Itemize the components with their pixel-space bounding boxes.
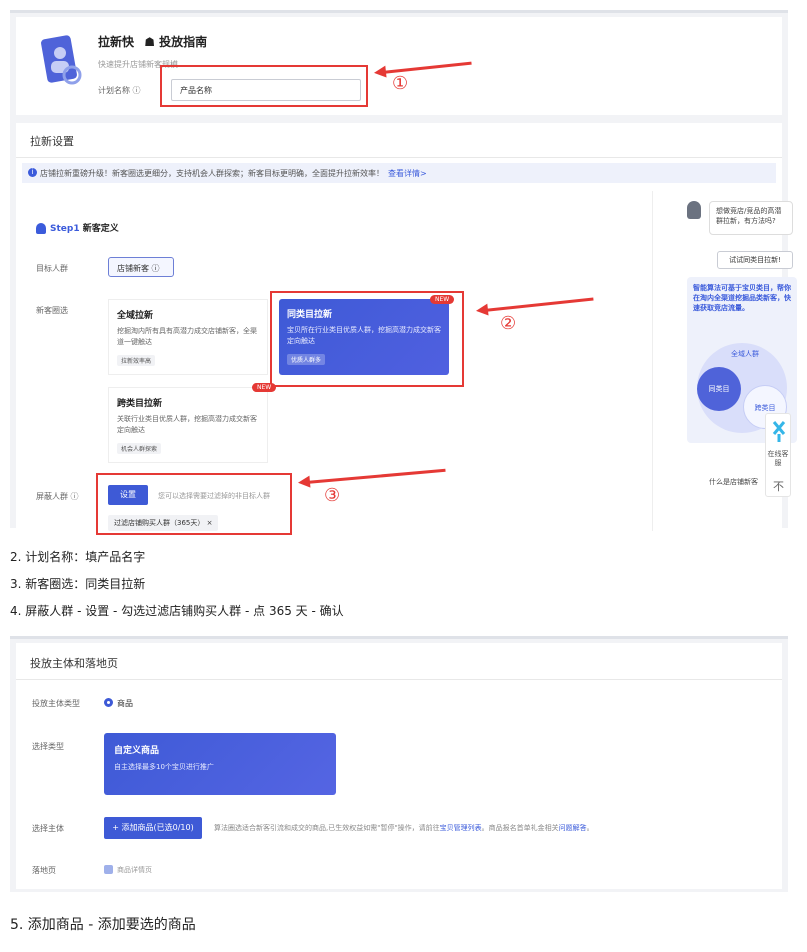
guide-link[interactable]: ☗ 投放指南	[144, 35, 207, 49]
custom-product-card[interactable]: 自定义商品 自主选择最多10个宝贝进行推广	[104, 733, 336, 795]
product-radio-label: 商品	[117, 699, 133, 708]
block-audience-label: 屏蔽人群 ⓘ	[36, 492, 79, 501]
divider	[16, 157, 782, 158]
agent-avatar-icon	[687, 201, 701, 219]
option-all-domain[interactable]: 全域拉新 挖掘淘内所有具有高潜力成交店铺新客，全渠道一键触达 拉新效率高	[108, 299, 268, 375]
product-radio[interactable]	[104, 698, 113, 707]
landing-card: 投放主体和落地页 投放主体类型 商品 选择类型 自定义商品 自主选择最多10个宝…	[16, 643, 782, 889]
section-title: 投放主体和落地页	[30, 657, 118, 670]
faq-link[interactable]: 问题解答	[559, 824, 587, 832]
service-mascot-icon	[772, 421, 786, 442]
select-type-label: 选择类型	[32, 742, 64, 751]
new-badge: NEW	[252, 383, 277, 392]
step-text-5: 5. 添加商品 - 添加要选的商品	[10, 917, 196, 933]
select-label: 新客圈选	[36, 306, 68, 315]
target-label: 目标人群	[36, 264, 68, 273]
landing-checkbox-label: 商品详情页	[117, 866, 152, 874]
divider	[16, 679, 782, 680]
venn-all-label: 全域人群	[731, 350, 759, 358]
section-title: 拉新设置	[30, 135, 74, 148]
add-product-button[interactable]: + 添加商品(已选0/10)	[104, 817, 202, 839]
arrow-3	[305, 468, 446, 484]
landing-checkbox[interactable]	[104, 865, 113, 874]
venn-same-circle: 同类目	[697, 367, 741, 411]
annotation-number-2: ②	[500, 313, 517, 334]
user-icon	[36, 223, 46, 234]
screenshot-landing-settings: 投放主体和落地页 投放主体类型 商品 选择类型 自定义商品 自主选择最多10个宝…	[10, 636, 788, 892]
info-icon: i	[28, 168, 37, 177]
subject-type-label: 投放主体类型	[32, 699, 80, 708]
tips-sidebar: 想做竞店/竞品的高潜群拉新，有方法吗? 试试同类目拉新! 智能算法可基于宝贝类目…	[652, 191, 797, 531]
product-list-link[interactable]: 宝贝管理列表	[440, 824, 482, 832]
online-service-widget[interactable]: 在线客服 不	[765, 413, 791, 497]
page-title: 拉新快 ☗ 投放指南	[98, 35, 208, 49]
back-to-top-icon: 不	[773, 480, 784, 493]
highlight-box-3	[96, 473, 292, 535]
app-logo-icon	[41, 35, 82, 85]
highlight-box-2	[270, 291, 464, 387]
arrow-2	[483, 297, 594, 312]
target-audience-button[interactable]: 店铺新客 ⓘ	[108, 257, 174, 277]
option-cross-category[interactable]: 跨类目拉新 关联行业类目优质人群，挖掘高潜力成交新客定向触达 机会人群探索	[108, 387, 268, 463]
annotation-number-3: ③	[324, 485, 341, 506]
screenshot-plan-settings: 拉新快 ☗ 投放指南 快速提升店铺新客规模 计划名称 ⓘ 产品名称 ① 拉新设置…	[10, 10, 797, 535]
step-title: Step1 新客定义	[36, 221, 119, 234]
step-text-4: 4. 屏蔽人群 - 设置 - 勾选过滤店铺购买人群 - 点 365 天 - 确认	[10, 604, 344, 618]
highlight-box-1	[160, 65, 368, 107]
new-customer-settings-card: 拉新设置 i 店铺拉新重磅升级！新客圈选更细分，支持机会人群探索；新客目标更明确…	[16, 123, 797, 535]
try-same-category-button[interactable]: 试试同类目拉新!	[717, 251, 793, 269]
landing-page-label: 落地页	[32, 866, 56, 875]
notice-bar: i 店铺拉新重磅升级！新客圈选更细分，支持机会人群探索；新客目标更明确，全面提升…	[22, 163, 776, 183]
notice-link[interactable]: 查看详情>	[388, 169, 427, 178]
help-icon: ⓘ	[132, 86, 141, 95]
annotation-number-1: ①	[392, 73, 409, 94]
plan-header-card: 拉新快 ☗ 投放指南 快速提升店铺新客规模 计划名称 ⓘ 产品名称	[16, 17, 782, 115]
add-hint: 算法圈选适合新客引流和成交的商品,已生效权益如需"暂停"操作，请前往宝贝管理列表…	[214, 824, 594, 832]
step-text-2: 2. 计划名称：填产品名字	[10, 550, 146, 564]
select-subject-label: 选择主体	[32, 824, 64, 833]
step-text-3: 3. 新客圈选：同类目拉新	[10, 577, 146, 591]
tip-bubble: 想做竞店/竞品的高潜群拉新，有方法吗?	[709, 201, 793, 235]
what-is-new-customer-link[interactable]: 什么是店铺新客	[709, 477, 758, 487]
plan-name-label: 计划名称 ⓘ	[98, 86, 141, 95]
